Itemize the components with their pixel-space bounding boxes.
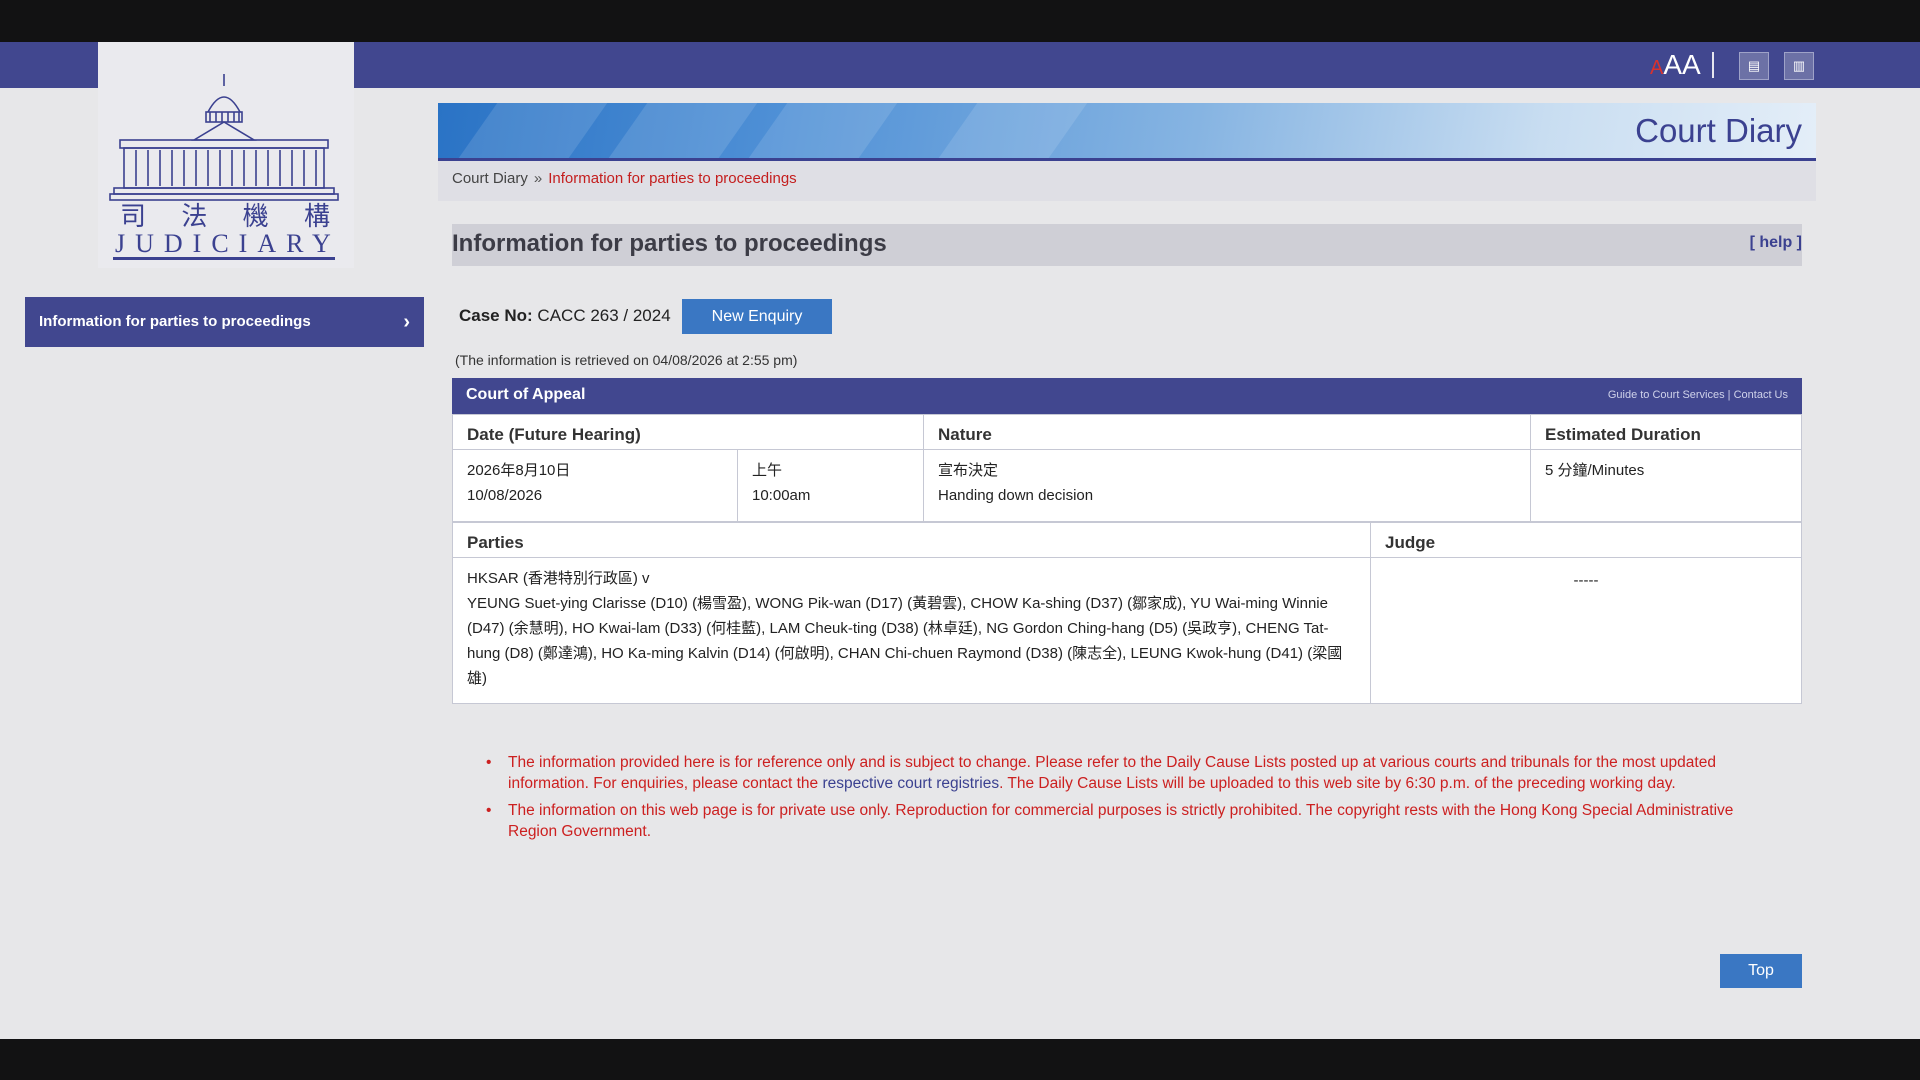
logo-underline [113,257,335,260]
new-enquiry-button[interactable]: New Enquiry [682,299,832,334]
logo-char: 法 [181,202,208,232]
parties-table: Parties Judge HKSAR (香港特別行政區) v YEUNG Su… [452,522,1802,704]
logo-chinese-text: 司 法 機 構 [120,196,330,233]
hearing-nature-zh: 宣布決定 [938,462,999,479]
court-header: Court of Appeal Guide to Court Services … [452,378,1802,414]
parties-prosecution: HKSAR (香港特別行政區) v [467,570,650,587]
judge-value: ----- [1573,572,1599,589]
logo-english-text: JUDICIARY [115,229,341,258]
chevron-right-icon: › [403,311,410,333]
court-name: Court of Appeal [466,386,586,403]
parties-cell: HKSAR (香港特別行政區) v YEUNG Suet-ying Claris… [452,557,1371,704]
logo-char: 機 [242,202,269,232]
case-number: Case No: CACC 263 / 2024 [459,306,671,326]
section-title: Information for parties to proceedings [452,230,887,257]
court-registries-link[interactable]: respective court registries [822,775,999,792]
sidebar-item-parties-info[interactable]: Information for parties to proceedings › [25,297,424,347]
back-to-top-button[interactable]: Top [1720,954,1802,988]
banner-stripe [938,103,1088,158]
retrieved-timestamp: (The information is retrieved on 04/08/2… [455,352,798,368]
letterbox-bottom [0,1039,1920,1080]
breadcrumb: Court Diary » Information for parties to p… [438,161,1816,201]
font-size-small[interactable]: A [1650,57,1663,79]
page-title: Court Diary [1635,112,1802,149]
hearing-time-zh: 上午 [752,462,783,479]
hearing-date-cell: 2026年8月10日 10/08/2026 [452,449,738,522]
hearing-time-cell: 上午 10:00am [737,449,924,522]
nature-header: Nature [923,414,1531,450]
logo-char: 司 [120,202,147,232]
note-text: The information on this web page is for … [508,802,1734,840]
breadcrumb-root[interactable]: Court Diary [452,170,528,187]
section-header: Information for parties to proceedings [… [452,224,1802,266]
hearing-nature-cell: 宣布決定 Handing down decision [923,449,1531,522]
disclaimer-notes: The information provided here is for ref… [486,752,1766,848]
banner-stripe [458,103,608,158]
help-link[interactable]: [ help ] [1750,234,1802,252]
page-banner: Court Diary [438,103,1816,161]
case-number-label: Case No: [459,306,533,325]
breadcrumb-current[interactable]: Information for parties to proceedings [548,170,796,187]
table-row: 2026年8月10日 10/08/2026 上午 10:00am 宣布決定 Ha… [452,449,1802,522]
judge-header: Judge [1370,522,1802,558]
font-size-large[interactable]: A [1682,49,1701,80]
court-links[interactable]: Guide to Court Services | Contact Us [1608,389,1788,401]
hearing-nature-en: Handing down decision [938,487,1094,504]
case-number-value: CACC 263 / 2024 [537,306,671,325]
utility-divider [1712,52,1714,78]
letterbox-top [0,0,1920,42]
banner-stripe [608,103,758,158]
duration-header: Estimated Duration [1530,414,1802,450]
sidebar-item-label: Information for parties to proceedings [39,313,311,330]
hearing-header-row: Date (Future Hearing) Nature Estimated D… [452,414,1802,450]
hearing-date-en: 10/08/2026 [467,487,543,504]
logo-char: 構 [303,202,330,232]
parties-header: Parties [452,522,1371,558]
judge-cell: ----- [1370,557,1802,704]
date-header: Date (Future Hearing) [452,414,924,450]
table-row: HKSAR (香港特別行政區) v YEUNG Suet-ying Claris… [452,557,1802,704]
hearing-time-en: 10:00am [752,487,811,504]
hearing-duration-cell: 5 分鐘/Minutes [1530,449,1802,522]
note-text: . The Daily Cause Lists will be uploaded… [999,775,1676,792]
chinese-language-icon[interactable]: ▤ [1739,52,1769,80]
breadcrumb-separator: » [533,170,543,187]
font-size-large[interactable]: A [1663,49,1682,80]
simplified-chinese-icon[interactable]: ▥ [1784,52,1814,80]
parties-header-row: Parties Judge [452,522,1802,558]
hearing-date-zh: 2026年8月10日 [467,462,571,479]
list-item: The information on this web page is for … [486,800,1766,842]
banner-stripe [748,103,898,158]
parties-defendants: YEUNG Suet-ying Clarisse (D10) (楊雪盈), WO… [467,595,1343,687]
list-item: The information provided here is for ref… [486,752,1766,794]
hearing-table: Date (Future Hearing) Nature Estimated D… [452,414,1802,522]
font-size-toggle[interactable]: AAA [1650,49,1701,81]
